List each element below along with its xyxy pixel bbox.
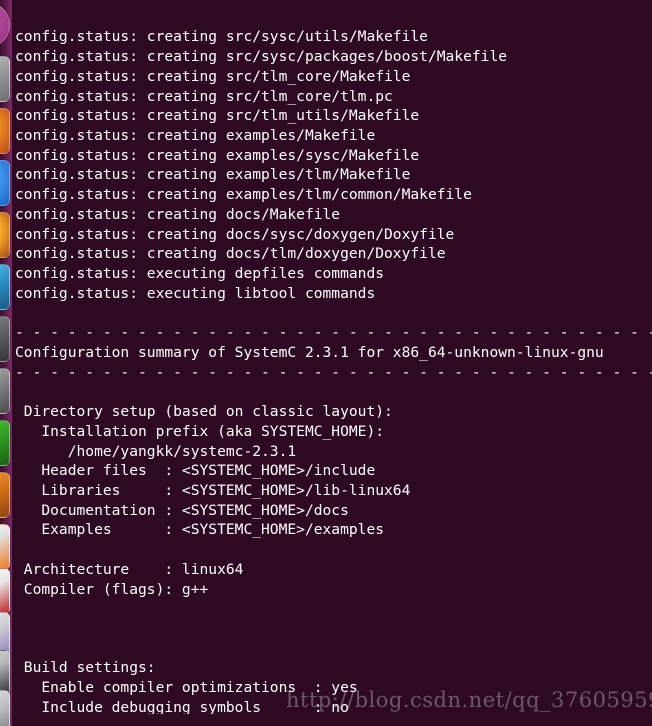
ubuntu-software-icon[interactable] — [0, 316, 10, 362]
terminal-line: Build settings: — [15, 659, 156, 677]
terminal-line: config.status: creating examples/Makefil… — [15, 127, 376, 145]
terminal-line: Enable compiler optimizations : yes — [15, 679, 358, 697]
terminal-line: Libraries : <SYSTEMC_HOME>/lib-linux64 — [15, 481, 411, 499]
ubuntu-dash-icon[interactable] — [0, 2, 10, 48]
document-orange-icon[interactable] — [0, 524, 10, 570]
terminal-line: config.status: creating examples/sysc/Ma… — [15, 146, 420, 164]
terminal-line: config.status: creating src/sysc/utils/M… — [15, 28, 428, 46]
file-grey-icon[interactable] — [0, 690, 10, 726]
terminal-line: Header files : <SYSTEMC_HOME>/include — [15, 462, 376, 480]
terminal-line: Documentation : <SYSTEMC_HOME>/docs — [15, 501, 349, 519]
terminal-line: config.status: creating docs/Makefile — [15, 205, 341, 223]
terminal-line: Compiler (flags): g++ — [15, 580, 209, 598]
terminal-icon[interactable] — [0, 420, 10, 466]
system-settings-icon[interactable] — [0, 368, 10, 414]
terminal-line: Configuration summary of SystemC 2.3.1 f… — [15, 343, 604, 361]
terminal-line: config.status: creating src/sysc/package… — [15, 48, 508, 66]
terminal-line: config.status: executing libtool command… — [15, 284, 376, 302]
terminal-line: config.status: creating examples/tlm/com… — [15, 186, 472, 204]
terminal-line: config.status: creating src/tlm_utils/Ma… — [15, 107, 420, 125]
terminal-line: Include debugging symbols : no — [15, 698, 349, 714]
terminal-line: config.status: creating examples/tlm/Mak… — [15, 166, 411, 184]
terminal-line: config.status: creating docs/tlm/doxygen… — [15, 245, 446, 263]
terminal-line: config.status: creating src/tlm_core/Mak… — [15, 67, 411, 85]
firefox-icon[interactable] — [0, 108, 10, 154]
terminal-line: /home/yangkk/systemc-2.3.1 — [15, 442, 297, 460]
unity-launcher[interactable] — [0, 0, 12, 726]
video-player-icon[interactable] — [0, 264, 10, 310]
terminal-line: Architecture : linux64 — [15, 560, 244, 578]
terminal-line: Directory setup (based on classic layout… — [15, 403, 393, 421]
desktop-screen: config.status: creating src/sysc/utils/M… — [0, 0, 652, 726]
files-icon[interactable] — [0, 56, 10, 102]
terminal-line: Installation prefix (aka SYSTEMC_HOME): — [15, 422, 385, 440]
terminal-line: config.status: creating docs/sysc/doxyge… — [15, 225, 455, 243]
text-editor-icon[interactable] — [0, 472, 10, 518]
terminal-line: config.status: creating src/tlm_core/tlm… — [15, 87, 393, 105]
document-red-icon[interactable] — [0, 568, 10, 614]
terminal-line-list: config.status: creating src/sysc/utils/M… — [15, 27, 652, 714]
terminal-line: - - - - - - - - - - - - - - - - - - - - … — [15, 363, 652, 381]
amazon-icon[interactable] — [0, 212, 10, 258]
chrome-icon[interactable] — [0, 160, 10, 206]
terminal-line: - - - - - - - - - - - - - - - - - - - - … — [15, 324, 652, 342]
terminal-line: Examples : <SYSTEMC_HOME>/examples — [15, 521, 385, 539]
terminal-line: config.status: executing depfiles comman… — [15, 265, 385, 283]
terminal-output[interactable]: config.status: creating src/sysc/utils/M… — [12, 0, 652, 714]
